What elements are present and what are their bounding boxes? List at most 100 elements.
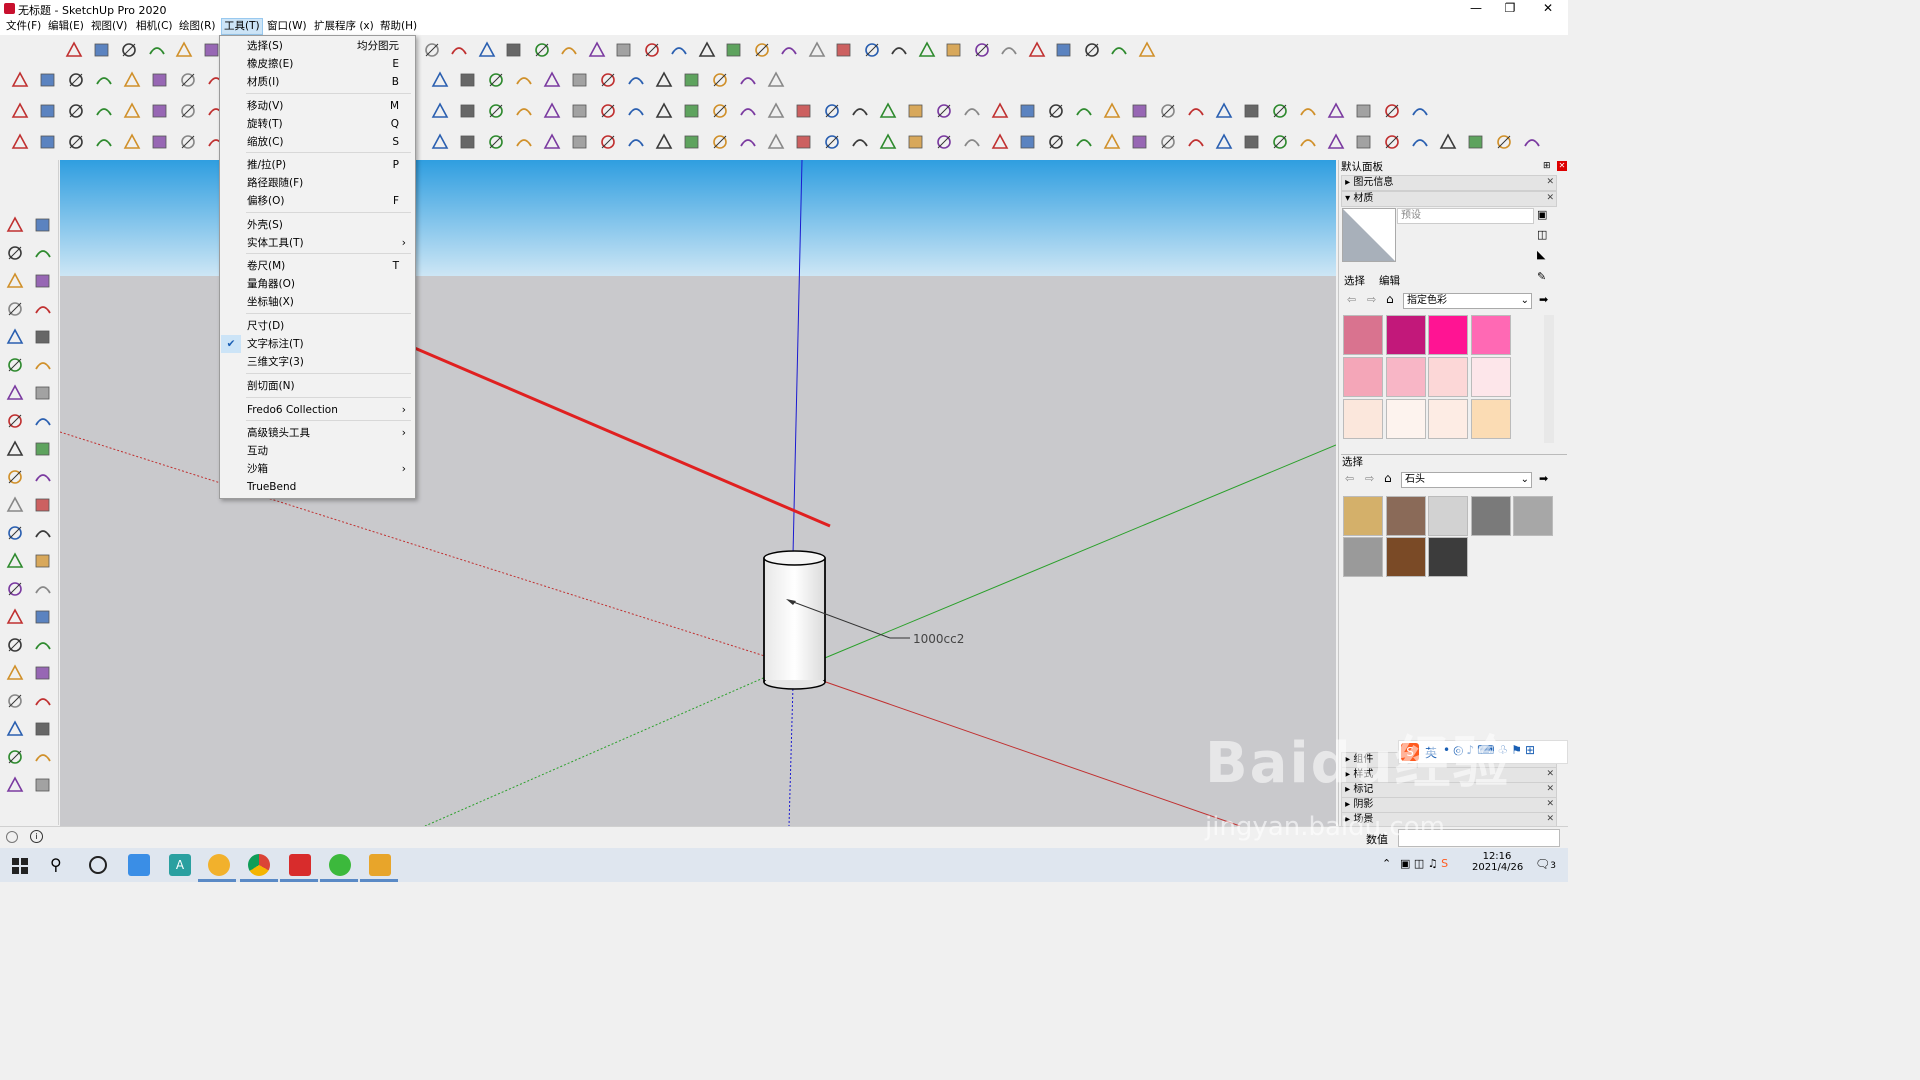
toolbar-tool-icon[interactable] <box>66 101 86 121</box>
toolbar-tool-icon[interactable] <box>822 101 842 121</box>
toolbar-tool-icon[interactable] <box>486 70 506 90</box>
toolbar-tool-icon[interactable] <box>598 132 618 152</box>
left-tool-icon[interactable] <box>33 775 53 795</box>
toolbar-tool-icon[interactable] <box>626 132 646 152</box>
maximize-button[interactable]: ❐ <box>1492 0 1528 18</box>
toolbar-tool-icon[interactable] <box>38 70 58 90</box>
toolbar-tool-icon[interactable] <box>934 132 954 152</box>
left-tool-icon[interactable] <box>33 747 53 767</box>
tray-chevron-up-icon[interactable]: ⌃ <box>1382 857 1391 870</box>
menu-file[interactable]: 文件(F) <box>4 19 43 34</box>
left-tool-icon[interactable] <box>33 663 53 683</box>
left-tool-icon[interactable] <box>33 383 53 403</box>
toolbar-tool-icon[interactable] <box>794 101 814 121</box>
app-icon[interactable]: A <box>169 854 191 876</box>
materials-row[interactable]: ▾ 材质 ✕ <box>1341 191 1557 207</box>
text-annotation[interactable]: 1000cc2 <box>913 632 964 646</box>
entity-info-row[interactable]: ▸ 图元信息 ✕ <box>1341 175 1557 191</box>
toolbar-tool-icon[interactable] <box>878 101 898 121</box>
toolbar-tool-icon[interactable] <box>1109 40 1129 60</box>
toolbar-tool-icon[interactable] <box>1298 101 1318 121</box>
menu-item-text[interactable]: ✔ 文字标注(T) <box>220 335 415 353</box>
menu-camera[interactable]: 相机(C) <box>134 19 175 34</box>
color-swatch[interactable] <box>1470 315 1511 355</box>
toolbar-tool-icon[interactable] <box>64 40 84 60</box>
toolbar-tool-icon[interactable] <box>1494 132 1514 152</box>
left-tool-icon[interactable] <box>5 439 25 459</box>
left-tool-icon[interactable] <box>33 635 53 655</box>
toolbar-tool-icon[interactable] <box>94 70 114 90</box>
left-tool-icon[interactable] <box>33 411 53 431</box>
tray-row-3[interactable]: ▸ 阴影 ✕ <box>1341 797 1557 813</box>
toolbar-tool-icon[interactable] <box>990 101 1010 121</box>
menu-item-push-pull[interactable]: 推/拉(P) P <box>220 156 415 174</box>
left-tool-icon[interactable] <box>33 299 53 319</box>
toolbar-tool-icon[interactable] <box>430 70 450 90</box>
menu-item-truebend[interactable]: TrueBend <box>220 478 415 496</box>
left-tool-icon[interactable] <box>33 439 53 459</box>
menu-window[interactable]: 窗口(W) <box>265 19 309 34</box>
toolbar-tool-icon[interactable] <box>10 101 30 121</box>
toolbar-tool-icon[interactable] <box>999 40 1019 60</box>
left-tool-icon[interactable] <box>5 775 25 795</box>
toolbar-tool-icon[interactable] <box>10 132 30 152</box>
left-tool-icon[interactable] <box>5 635 25 655</box>
left-tool-icon[interactable] <box>5 663 25 683</box>
tray-app-icons[interactable]: ▣ ◫ ♫ S <box>1400 857 1448 870</box>
sample-icon[interactable]: ◣ <box>1537 248 1545 261</box>
toolbar-tool-icon[interactable] <box>779 40 799 60</box>
left-tool-icon[interactable] <box>5 691 25 711</box>
left-tool-icon[interactable] <box>5 243 25 263</box>
toolbar-tool-icon[interactable] <box>697 40 717 60</box>
left-tool-icon[interactable] <box>5 747 25 767</box>
menu-item-scale[interactable]: 缩放(C) S <box>220 133 415 151</box>
toolbar-tool-icon[interactable] <box>1410 101 1430 121</box>
toolbar-tool-icon[interactable] <box>1130 101 1150 121</box>
details-arrow-icon[interactable]: ➡ <box>1539 472 1548 485</box>
tab-select[interactable]: 选择 <box>1344 273 1365 288</box>
left-tool-icon[interactable] <box>33 271 53 291</box>
toolbar-tool-icon[interactable] <box>626 101 646 121</box>
toolbar-tool-icon[interactable] <box>458 70 478 90</box>
color-swatch[interactable] <box>1470 357 1511 397</box>
clock[interactable]: 12:16 2021/4/26 <box>1472 851 1523 873</box>
stone-material-swatch[interactable] <box>1343 537 1383 577</box>
toolbar-tool-icon[interactable] <box>122 101 142 121</box>
search-icon[interactable]: ⚲ <box>50 855 62 874</box>
menu-item-rotate[interactable]: 旋转(T) Q <box>220 115 415 133</box>
menu-item-tape-measure[interactable]: 卷尺(M) T <box>220 257 415 275</box>
toolbar-tool-icon[interactable] <box>486 101 506 121</box>
left-tool-icon[interactable] <box>5 299 25 319</box>
toolbar-tool-icon[interactable] <box>458 132 478 152</box>
toolbar-tool-icon[interactable] <box>66 70 86 90</box>
app-icon[interactable] <box>329 854 351 876</box>
toolbar-tool-icon[interactable] <box>38 132 58 152</box>
toolbar-tool-icon[interactable] <box>1186 132 1206 152</box>
toolbar-tool-icon[interactable] <box>174 40 194 60</box>
left-tool-icon[interactable] <box>33 327 53 347</box>
toolbar-tool-icon[interactable] <box>587 40 607 60</box>
color-swatch[interactable] <box>1343 357 1383 397</box>
left-tool-icon[interactable] <box>5 355 25 375</box>
pin-icon[interactable]: ⊞ <box>1543 161 1551 171</box>
toolbar-tool-icon[interactable] <box>66 132 86 152</box>
menu-item-outer-shell[interactable]: 外壳(S) <box>220 216 415 234</box>
toolbar-tool-icon[interactable] <box>1410 132 1430 152</box>
left-tool-icon[interactable] <box>33 523 53 543</box>
menu-edit[interactable]: 编辑(E) <box>46 19 86 34</box>
toolbar-tool-icon[interactable] <box>1214 132 1234 152</box>
left-tool-icon[interactable] <box>33 607 53 627</box>
toolbar-tool-icon[interactable] <box>1466 132 1486 152</box>
menu-help[interactable]: 帮助(H) <box>378 19 419 34</box>
toolbar-tool-icon[interactable] <box>669 40 689 60</box>
toolbar-tool-icon[interactable] <box>122 132 142 152</box>
toolbar-tool-icon[interactable] <box>570 132 590 152</box>
stone-material-swatch[interactable] <box>1343 496 1383 536</box>
close-icon[interactable]: ✕ <box>1546 768 1554 781</box>
left-tool-icon[interactable] <box>33 495 53 515</box>
toolbar-tool-icon[interactable] <box>850 101 870 121</box>
toolbar-tool-icon[interactable] <box>1438 132 1458 152</box>
left-tool-icon[interactable] <box>33 243 53 263</box>
toolbar-tool-icon[interactable] <box>1054 40 1074 60</box>
details-arrow-icon[interactable]: ➡ <box>1539 293 1548 306</box>
